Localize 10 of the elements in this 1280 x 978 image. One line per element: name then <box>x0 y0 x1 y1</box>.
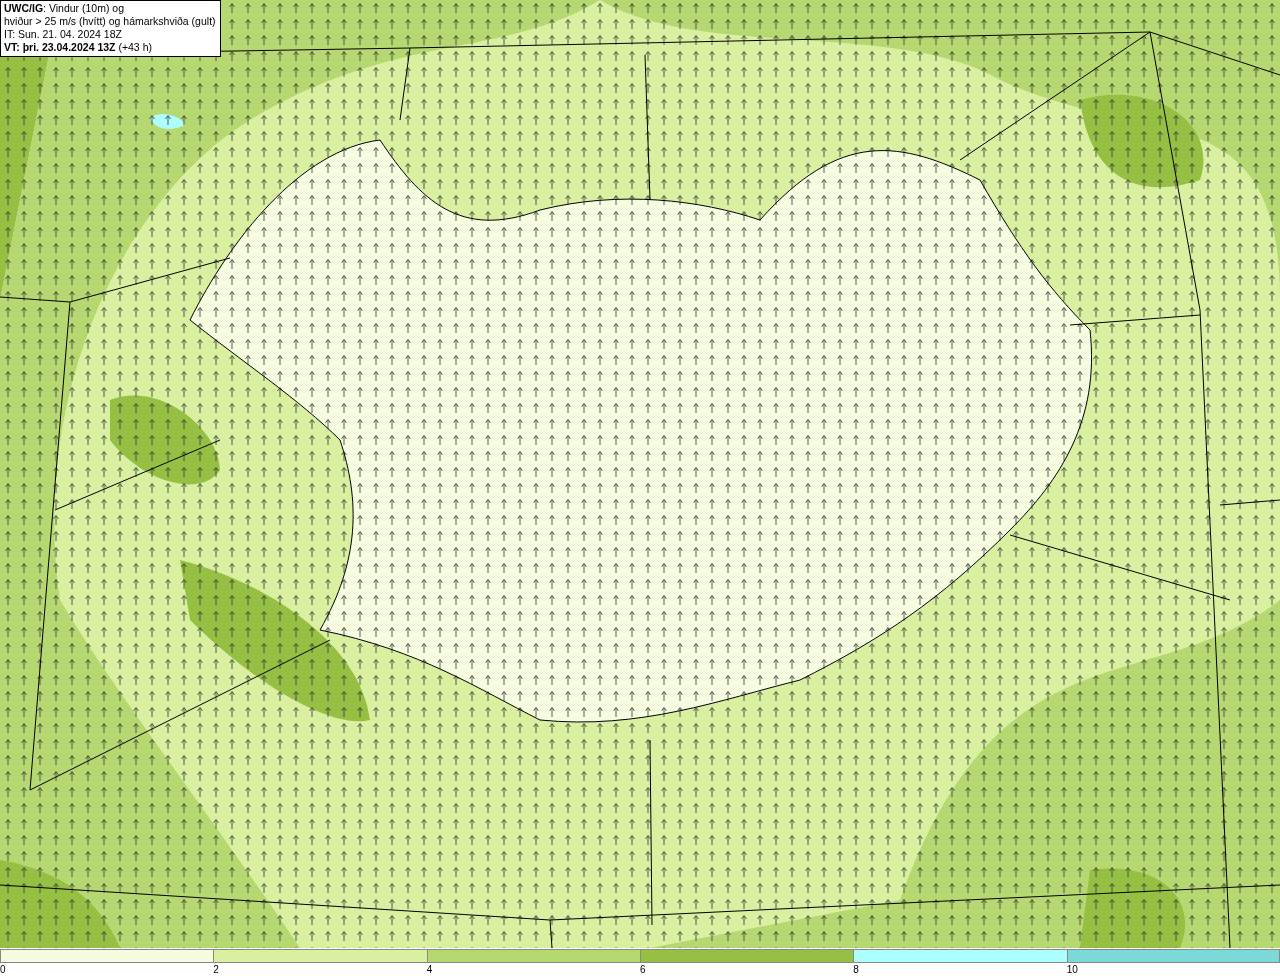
legend-tick-label: 6 <box>640 964 646 976</box>
legend-tick-label: 2 <box>213 964 219 976</box>
title-line: UWC/IG: Vindur (10m) og <box>4 2 125 15</box>
legend-tick-label: 10 <box>1066 964 1078 976</box>
legend-tick-label: 8 <box>853 964 859 976</box>
title-line: hviður > 25 m/s (hvítt) og hámarkshviða (gult) <box>4 15 216 28</box>
title-line: IT: Sun. 21. 04. 2024 18Z <box>4 28 123 41</box>
legend-tick-label: 4 <box>426 964 433 976</box>
legend-tick-label: 0 <box>0 964 6 976</box>
title-line: VT: þri. 23.04.2024 13Z (+43 h) <box>4 41 153 54</box>
